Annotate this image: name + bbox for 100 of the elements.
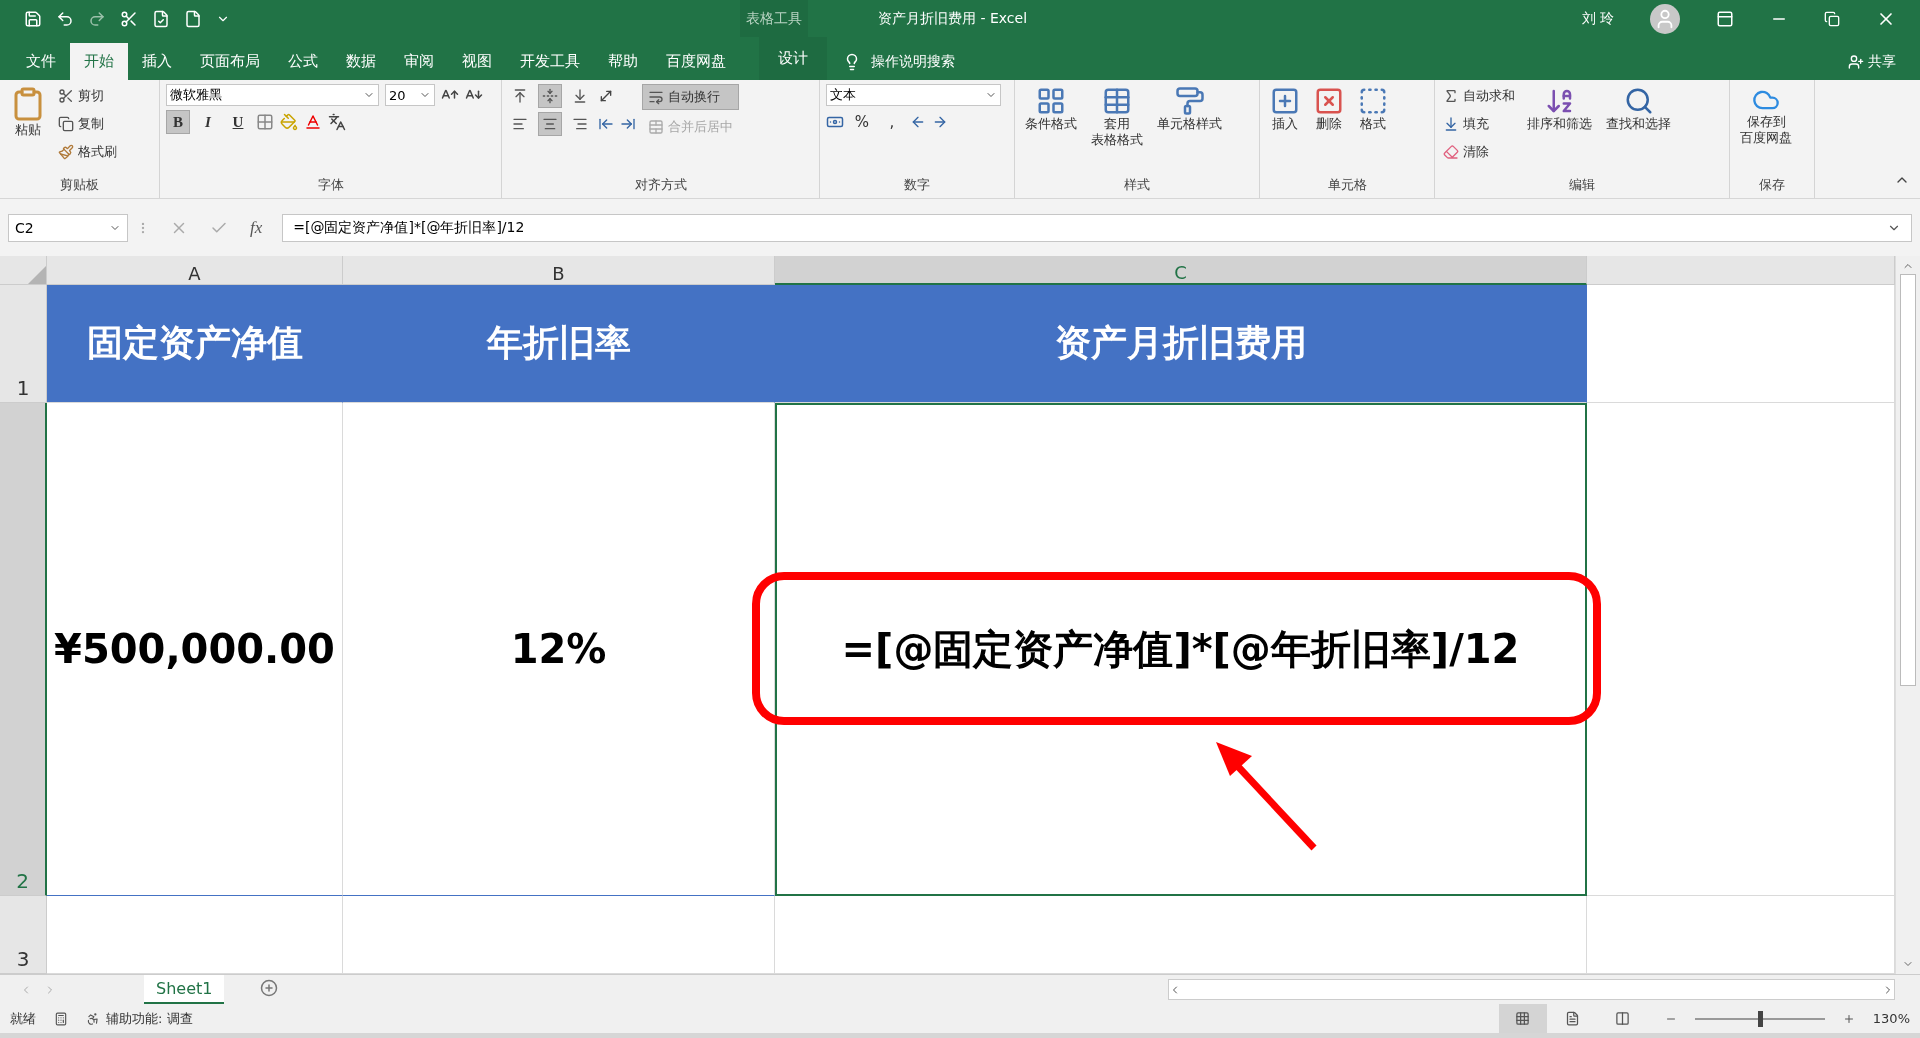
menu-tab[interactable]: 设计 [759,37,827,80]
font-size-field[interactable]: 20 [385,84,435,106]
table-icon [1102,86,1132,116]
align-left-icon [512,116,528,132]
font-style-button[interactable]: U [226,110,250,134]
clear-button[interactable]: 清除 [1441,140,1517,164]
paintbrush-icon [58,144,74,160]
fill-button[interactable]: 填充 [1441,112,1517,136]
share-button[interactable]: 共享 [1848,43,1896,80]
delete-icon [1314,86,1344,116]
menu-tab[interactable]: 帮助 [594,43,652,80]
style-button[interactable]: 单元格样式 [1153,84,1226,176]
cut-button[interactable]: 剪切 [56,84,119,108]
insert-function-button[interactable]: fx [250,217,263,238]
redo-icon[interactable] [88,9,106,28]
align-right-icon [572,116,588,132]
fill-color-icon[interactable] [280,113,298,131]
paste-button[interactable]: 粘贴 [6,84,50,176]
menu-tab[interactable]: 开始 [70,43,128,80]
group-label: 数字 [903,176,931,194]
sort-filter-button[interactable]: 排序和筛选 [1523,84,1596,176]
wrap-text-icon [648,89,664,105]
ribbon-display-icon[interactable] [1716,9,1734,28]
person-add-icon [1848,53,1864,70]
insert-icon [1270,86,1300,116]
row-header[interactable]: 3 [0,896,47,974]
save-to-cloud-button[interactable]: 保存到 百度网盘 [1736,84,1796,176]
window-title: 资产月折旧费用 - Excel [877,9,1029,28]
menu-tab[interactable]: 审阅 [390,43,448,80]
restore-icon[interactable] [1824,10,1840,27]
zoom-level[interactable]: 130% [1872,1011,1910,1026]
find-select-button[interactable]: 查找和选择 [1602,84,1675,176]
zoom-thumb[interactable] [1757,1010,1763,1027]
style-button[interactable]: 条件格式 [1021,84,1081,176]
formula-field[interactable]: =[@固定资产净值]*[@年折旧率]/12 [282,213,1912,242]
percent-button[interactable]: % [850,110,874,134]
save-icon[interactable] [24,9,42,28]
menu-tab[interactable]: 页面布局 [186,43,274,80]
group-label: 字体 [316,176,345,194]
name-box[interactable]: C2 [8,213,128,242]
accessibility-status[interactable]: 辅助功能: 调查 [106,1009,193,1028]
horizontal-scrollbar[interactable] [1168,979,1895,1000]
align-middle-button[interactable] [538,84,562,108]
phonetic-icon[interactable] [328,113,346,131]
cut-icon[interactable] [120,9,138,28]
group-label: 保存 [1758,176,1786,194]
align-bottom-icon [572,88,588,104]
column-header[interactable]: C [775,256,1587,285]
menu-tab[interactable]: 视图 [448,43,506,80]
copy-button[interactable]: 复制 [56,112,119,136]
column-header[interactable]: B [343,256,775,285]
tell-me-search[interactable]: 操作说明搜索 [871,52,955,71]
menu-tab[interactable]: 数据 [332,43,390,80]
down-arrow-icon [1443,116,1459,132]
style-button[interactable]: 套用 表格格式 [1087,84,1147,176]
group-label: 对齐方式 [633,176,688,194]
column-title-cell: 资产月折旧费用 [775,285,1587,403]
sheet-tab[interactable]: Sheet1 [144,975,225,1004]
scrollbar-thumb[interactable] [1900,274,1916,686]
table-cell: =[@固定资产净值]*[@年折旧率]/12 [775,403,1587,896]
align-top-icon [512,88,528,104]
paint-roller-icon [1174,86,1205,116]
decrease-indent-icon[interactable] [598,116,614,132]
cells-button[interactable]: 删除 [1310,84,1348,176]
column-header[interactable]: A [47,256,343,285]
row-header[interactable]: 2 [0,403,47,896]
page-break-view-icon [1615,1011,1631,1026]
align-center-button[interactable] [538,112,562,136]
view-button[interactable] [1498,1004,1547,1033]
orientation-icon[interactable] [598,88,614,104]
menu-tab[interactable]: 公式 [274,43,332,80]
wrap-text-button[interactable]: 自动换行 [642,84,739,110]
sigma-icon [1443,88,1459,104]
format-icon [1358,86,1388,116]
new-file-icon[interactable] [184,9,202,28]
menu-tab[interactable]: 插入 [128,43,186,80]
font-style-button[interactable]: I [196,110,220,134]
corner-triangle-icon [28,266,46,284]
cells-button[interactable]: 格式 [1354,84,1392,176]
format-painter-button[interactable]: 格式刷 [56,140,119,164]
group-label: 剪贴板 [59,176,100,194]
autosum-button[interactable]: 自动求和 [1441,84,1517,108]
font-name-field[interactable]: 微软雅黑 [166,84,379,106]
align-center-icon [542,116,558,132]
zoom-in-icon[interactable] [1842,1012,1855,1025]
cells-button[interactable]: 插入 [1266,84,1304,176]
font-style-button[interactable]: B [166,110,190,134]
comma-button[interactable]: , [880,110,904,134]
borders-icon[interactable] [256,113,274,131]
number-format-field[interactable]: 文本 [826,84,1001,106]
menu-tab[interactable]: 开发工具 [506,43,594,80]
add-sheet-icon[interactable] [260,978,279,997]
menu-tab[interactable]: 百度网盘 [652,43,740,80]
group-label: 编辑 [1568,176,1596,194]
font-color-icon[interactable] [304,113,322,131]
save-as-icon[interactable] [152,9,170,28]
increase-indent-icon[interactable] [620,116,636,132]
menu-tab[interactable]: 文件 [12,43,70,80]
row-header[interactable]: 1 [0,285,47,403]
undo-icon[interactable] [56,9,74,28]
